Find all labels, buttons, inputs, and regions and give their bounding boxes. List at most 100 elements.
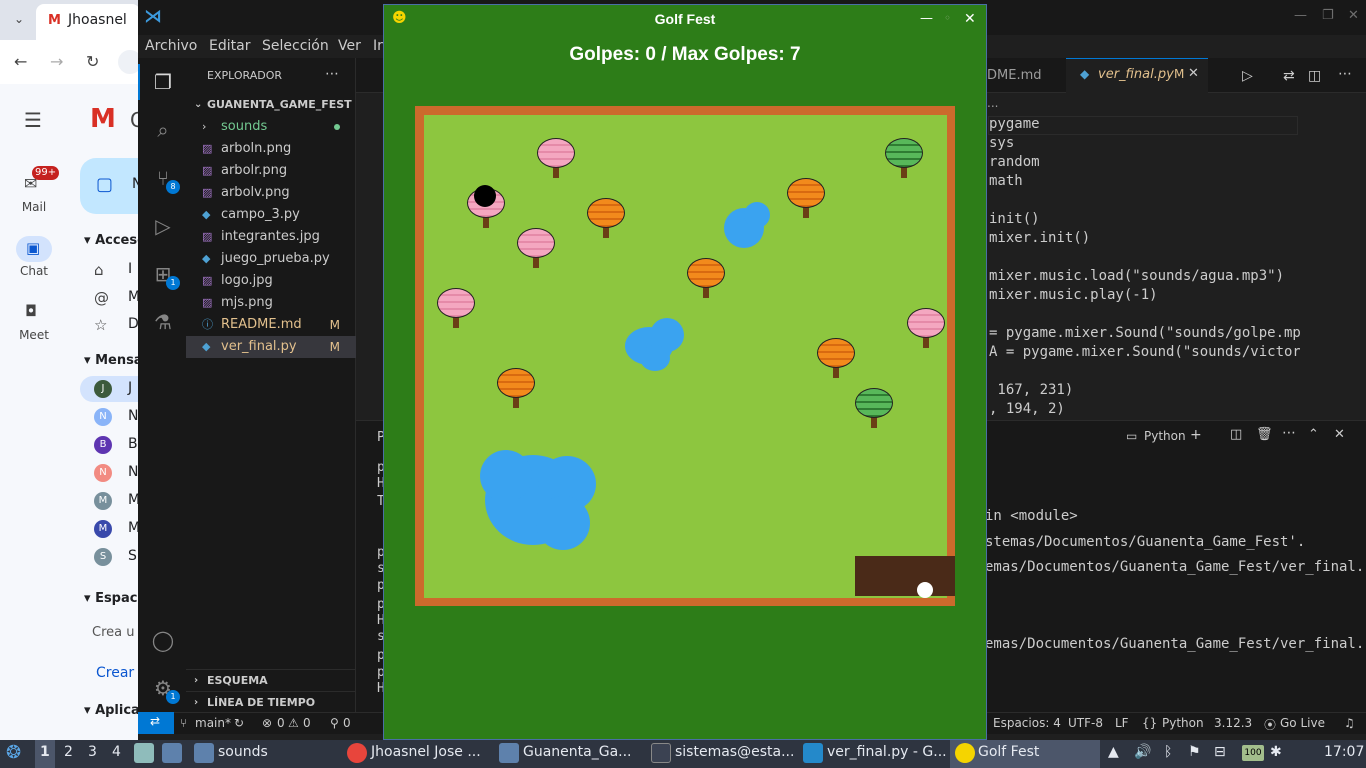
tab-ver-final[interactable]: ◆ ver_final.py M ✕ (1066, 58, 1208, 93)
file-item[interactable]: › sounds (186, 116, 356, 138)
taskbar-app-golf[interactable]: Golf Fest (978, 744, 1039, 760)
menu-ir[interactable]: Ir (373, 38, 383, 54)
chat-label[interactable]: Chat (0, 264, 68, 278)
close-tab-icon[interactable]: ✕ (1188, 66, 1199, 81)
language-status[interactable]: Python (1162, 716, 1204, 730)
panel-more-icon[interactable]: ⋯ (1282, 425, 1296, 441)
golf-ball[interactable] (917, 582, 933, 598)
forward-icon[interactable]: → (50, 52, 63, 71)
contact-name[interactable]: B (128, 436, 138, 452)
editor-more-icon[interactable]: ⋯ (1338, 66, 1352, 82)
back-icon[interactable]: ← (14, 52, 27, 71)
contact-name[interactable]: N (128, 408, 138, 424)
close-icon[interactable]: ✕ (1348, 8, 1359, 23)
branch-label[interactable]: main* (195, 716, 231, 730)
maximize-icon[interactable]: ❐ (1322, 8, 1334, 23)
account-icon[interactable]: ◯ (151, 628, 175, 652)
tray-up-icon[interactable]: ▲ (1108, 744, 1119, 760)
mail-label[interactable]: Mail (0, 200, 68, 214)
reload-icon[interactable]: ↻ (86, 52, 99, 71)
star-icon[interactable]: ☆ (94, 316, 107, 334)
tab-readme[interactable]: DME.md (987, 68, 1042, 83)
run-icon[interactable]: ▷ (1242, 68, 1253, 84)
more-actions-icon[interactable]: ⋯ (325, 66, 339, 82)
maximize-panel-icon[interactable]: ⌃ (1308, 427, 1319, 442)
breadcrumb[interactable]: ... (987, 96, 998, 110)
mention-icon[interactable]: @ (94, 289, 109, 307)
chrome-tab[interactable]: M Jhoasnel (36, 4, 140, 40)
search-icon[interactable]: ⌕ (151, 118, 175, 142)
contact-name[interactable]: S (128, 548, 137, 564)
file-item[interactable]: ▨ arbolr.png (186, 160, 356, 182)
run-debug-icon[interactable]: ▷ (151, 214, 175, 238)
eol-status[interactable]: LF (1115, 716, 1129, 730)
desktop-launcher-icon[interactable] (162, 743, 182, 763)
file-item[interactable]: ⓘ README.md M (186, 314, 356, 336)
update-icon[interactable]: ⚑ (1188, 744, 1201, 760)
workspace-3[interactable]: 3 (88, 744, 97, 760)
minimize-icon[interactable]: — (1294, 8, 1307, 23)
meet-icon[interactable]: ◘ (25, 302, 37, 320)
new-terminal-icon[interactable]: + (1190, 427, 1202, 443)
contact-name[interactable]: J (128, 380, 132, 396)
timeline-section[interactable]: › LÍNEA DE TIEMPO (186, 691, 356, 713)
bluetooth-icon[interactable]: ᛒ (1164, 744, 1172, 760)
workspace-1[interactable]: 1 (40, 744, 50, 760)
encoding-status[interactable]: UTF-8 (1068, 716, 1103, 730)
workspace-2[interactable]: 2 (64, 744, 73, 760)
contact-name[interactable]: N (128, 464, 138, 480)
taskbar-app-chrome[interactable]: Jhoasnel Jose ... (371, 744, 481, 760)
indentation-status[interactable]: Espacios: 4 (993, 716, 1061, 730)
outline-section[interactable]: › ESQUEMA (186, 669, 356, 691)
game-close-icon[interactable]: ✕ (964, 11, 976, 27)
new-chat-button[interactable]: ▢ N (80, 158, 142, 214)
minimap[interactable] (1300, 115, 1352, 420)
compare-icon[interactable]: ⇄ (1283, 68, 1295, 84)
network-icon[interactable]: ⊟ (1214, 744, 1226, 760)
settings-tray-icon[interactable]: ✱ (1270, 744, 1282, 760)
menu-archivo[interactable]: Archivo (145, 38, 197, 54)
menu-icon[interactable]: ☰ (24, 108, 42, 132)
file-item[interactable]: ▨ integrantes.jpg (186, 226, 356, 248)
file-manager-launcher-icon[interactable] (134, 743, 154, 763)
clock[interactable]: 17:07 (1324, 744, 1364, 760)
meet-label[interactable]: Meet (0, 328, 68, 342)
menu-seleccion[interactable]: Selección (262, 38, 329, 54)
file-item[interactable]: ▨ arbolv.png (186, 182, 356, 204)
menu-ver[interactable]: Ver (338, 38, 361, 54)
volume-icon[interactable]: 🔊 (1134, 744, 1151, 760)
shortcut-1[interactable]: I (128, 261, 132, 277)
python-version-status[interactable]: 3.12.3 (1214, 716, 1252, 730)
terminal-shell-label[interactable]: Python (1144, 429, 1186, 443)
golive-status[interactable]: Go Live (1280, 716, 1325, 730)
battery-indicator[interactable]: 100 (1242, 745, 1264, 761)
notifications-icon[interactable]: ♫ (1344, 716, 1355, 730)
close-panel-icon[interactable]: ✕ (1334, 427, 1345, 442)
start-menu-icon[interactable]: ❂ (6, 742, 21, 763)
errors-count[interactable]: 0 (277, 716, 285, 730)
file-item[interactable]: ▨ logo.jpg (186, 270, 356, 292)
trash-icon[interactable]: 🗑 (1256, 427, 1273, 442)
file-item[interactable]: ▨ mjs.png (186, 292, 356, 314)
project-folder[interactable]: ⌄ GUANENTA_GAME_FEST (186, 94, 356, 116)
workspace-4[interactable]: 4 (112, 744, 121, 760)
explorer-icon[interactable]: ❐ (151, 70, 175, 94)
taskbar-app-vscode[interactable]: ver_final.py - G... (827, 744, 947, 760)
home-icon[interactable]: ⌂ (94, 261, 104, 279)
tab-search-chevron-icon[interactable]: ⌄ (8, 8, 30, 30)
file-item[interactable]: ◆ campo_3.py (186, 204, 356, 226)
file-item[interactable]: ◆ juego_prueba.py (186, 248, 356, 270)
game-maximize-icon[interactable]: ◦ (944, 11, 951, 25)
remote-indicator[interactable]: ⇄ (138, 712, 174, 734)
warnings-count[interactable]: 0 (303, 716, 311, 730)
taskbar-app-sounds[interactable]: sounds (218, 744, 268, 760)
testing-icon[interactable]: ⚗ (151, 310, 175, 334)
split-editor-icon[interactable]: ◫ (1308, 68, 1321, 84)
sync-icon[interactable]: ↻ (234, 716, 244, 730)
taskbar-app-terminal[interactable]: sistemas@esta... (675, 744, 794, 760)
menu-editar[interactable]: Editar (209, 38, 250, 54)
file-item[interactable]: ◆ ver_final.py M (186, 336, 356, 358)
ports-count[interactable]: 0 (343, 716, 351, 730)
game-minimize-icon[interactable]: — (920, 11, 933, 26)
split-terminal-icon[interactable]: ◫ (1230, 427, 1242, 442)
